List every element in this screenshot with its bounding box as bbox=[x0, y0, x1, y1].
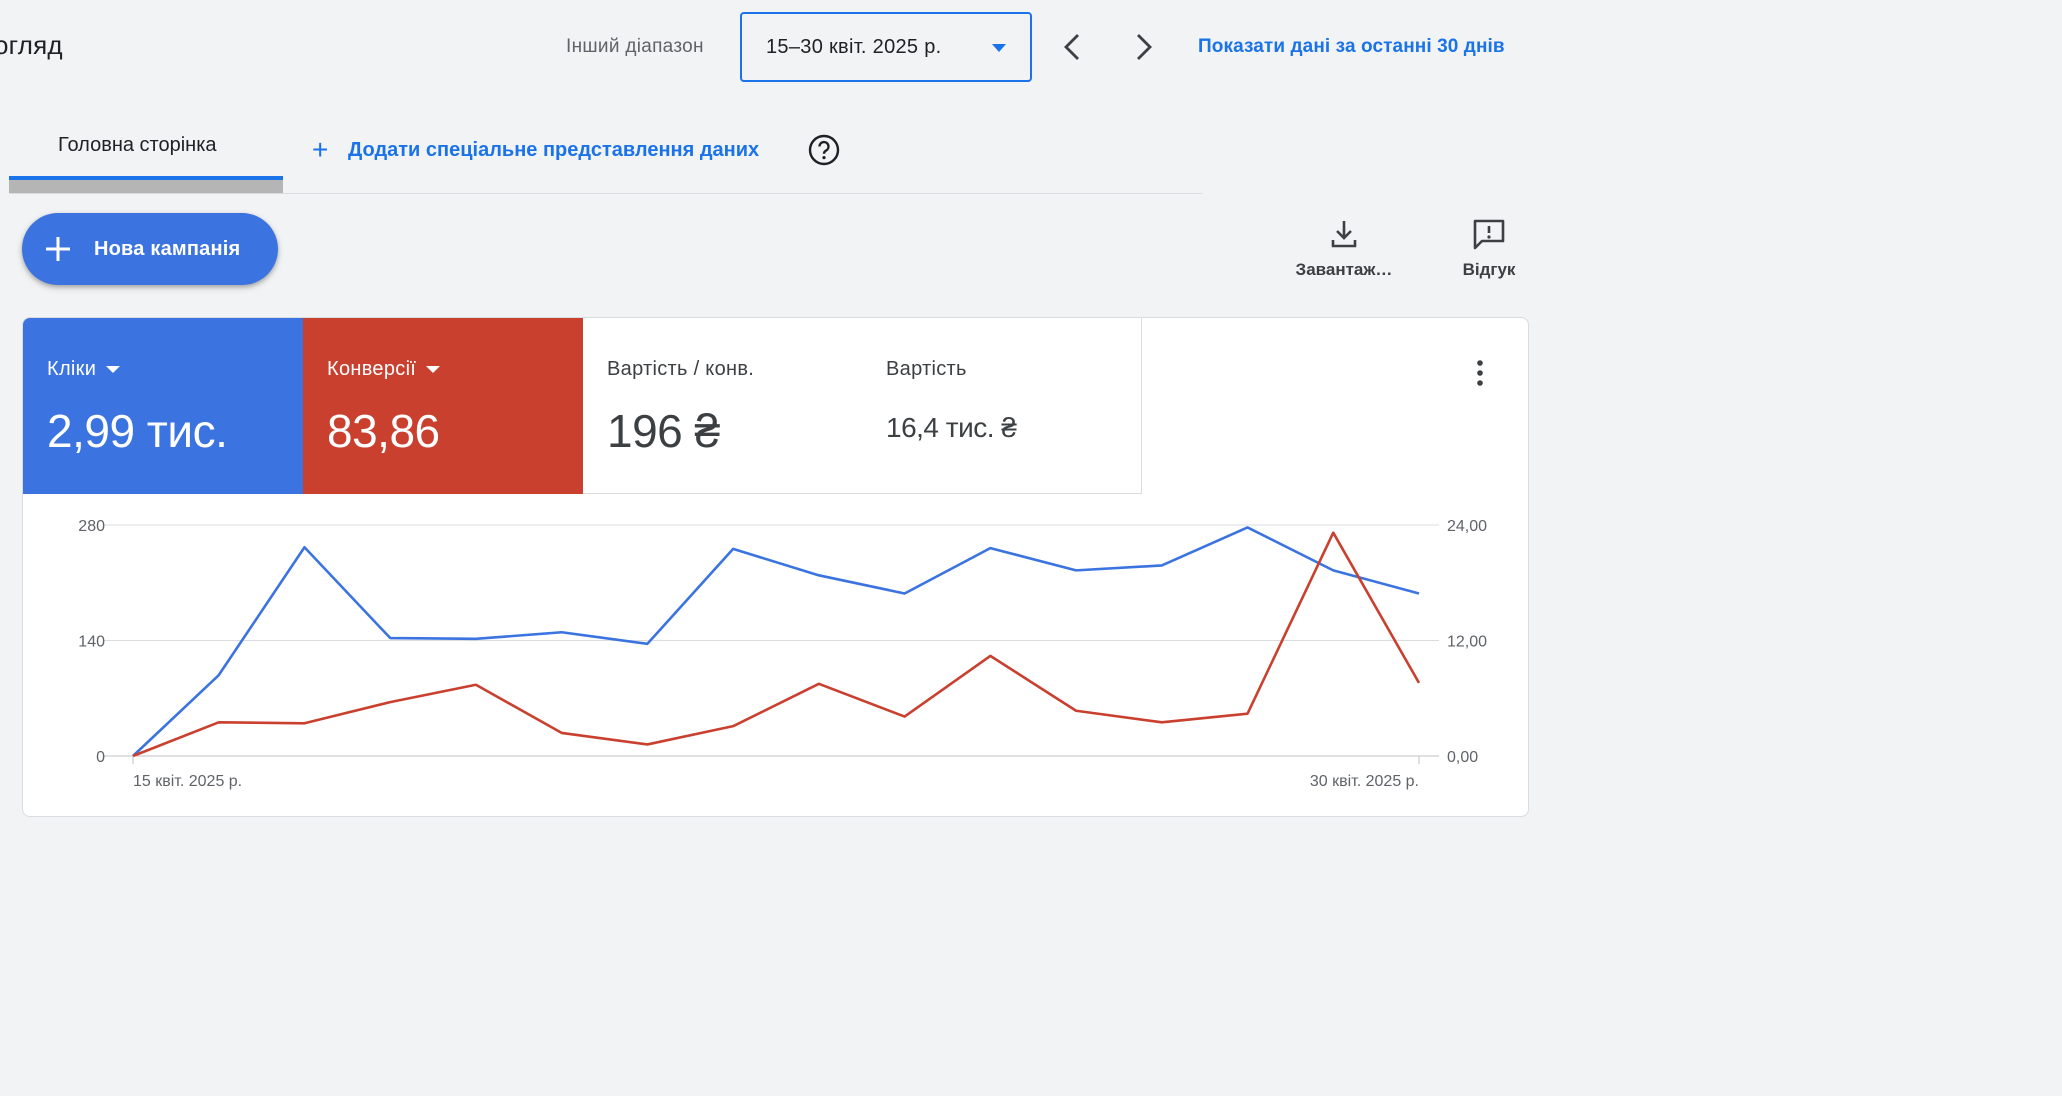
metric-name: Вартість bbox=[886, 358, 967, 380]
series-line-conversions bbox=[132, 531, 1421, 758]
chevron-right-icon[interactable] bbox=[1130, 30, 1158, 64]
new-campaign-label: Нова кампанія bbox=[94, 237, 241, 260]
add-custom-view-button[interactable]: + Додати спеціальне представлення даних bbox=[312, 134, 760, 165]
metric-value: 2,99 тис. bbox=[47, 405, 228, 457]
add-custom-view-label: Додати спеціальне представлення даних bbox=[348, 138, 760, 161]
metric-name: Кліки bbox=[47, 358, 121, 381]
metric-tile-conversions[interactable]: Конверсії 83,86 bbox=[303, 318, 583, 494]
metric-value: 196 ₴ bbox=[607, 405, 720, 457]
right-axis-tick-label: 24,00 bbox=[1447, 518, 1487, 535]
right-axis-tick-label: 12,00 bbox=[1447, 634, 1487, 651]
performance-card: Кліки 2,99 тис. Конверсії 83,86 Вартість… bbox=[22, 317, 1529, 817]
plus-icon bbox=[46, 237, 70, 261]
tab-shade bbox=[9, 180, 283, 194]
date-range-value: 15–30 квіт. 2025 р. bbox=[766, 35, 942, 58]
left-axis-tick-label: 140 bbox=[78, 634, 105, 651]
page-title: огляд bbox=[0, 30, 63, 60]
metric-name-text: Кліки bbox=[47, 358, 97, 380]
download-icon bbox=[1331, 221, 1357, 248]
dropdown-caret-icon bbox=[106, 366, 121, 373]
plus-icon: + bbox=[312, 134, 329, 165]
feedback-label: Відгук bbox=[1462, 260, 1516, 279]
metric-value: 83,86 bbox=[327, 405, 440, 457]
show-last-30-days-link[interactable]: Показати дані за останні 30 днів bbox=[1198, 36, 1505, 58]
download-label: Завантаж… bbox=[1295, 260, 1393, 279]
feedback-button[interactable]: Відгук bbox=[1446, 218, 1532, 280]
metric-value: 16,4 тис. ₴ bbox=[886, 412, 1017, 443]
x-axis-tick-label: 15 квіт. 2025 р. bbox=[133, 773, 242, 790]
metric-name-text: Конверсії bbox=[327, 358, 417, 380]
date-range-select[interactable]: 15–30 квіт. 2025 р. bbox=[740, 12, 1032, 82]
right-axis-tick-label: 0,00 bbox=[1447, 749, 1478, 766]
x-axis-tick-label: 30 квіт. 2025 р. bbox=[1310, 773, 1419, 790]
metric-name: Вартість / конв. bbox=[607, 358, 755, 380]
left-axis-tick-label: 280 bbox=[78, 518, 105, 535]
help-icon[interactable] bbox=[808, 134, 840, 166]
more-vert-icon[interactable] bbox=[1473, 358, 1487, 388]
download-button[interactable]: Завантаж… bbox=[1284, 218, 1404, 280]
tab-home-label: Головна сторінка bbox=[58, 134, 217, 156]
date-range-label: Інший діапазон bbox=[566, 36, 704, 57]
tab-home[interactable]: Головна сторінка bbox=[9, 118, 283, 194]
series-line-clicks bbox=[132, 526, 1420, 757]
tabs-divider bbox=[9, 193, 1202, 194]
feedback-icon bbox=[1473, 219, 1505, 250]
left-axis-tick-label: 0 bbox=[96, 749, 105, 766]
metric-tile-cost-per-conversion[interactable]: Вартість / конв. 196 ₴ bbox=[583, 318, 863, 494]
metric-tile-clicks[interactable]: Кліки 2,99 тис. bbox=[23, 318, 303, 494]
chevron-left-icon[interactable] bbox=[1058, 30, 1086, 64]
performance-chart: 280 140 0 24,00 12,00 0,00 15 квіт. 2025 р. 3… bbox=[78, 518, 1487, 790]
new-campaign-button[interactable]: Нова кампанія bbox=[22, 213, 278, 285]
metric-name: Конверсії bbox=[327, 358, 441, 381]
metric-tile-cost[interactable]: Вартість 16,4 тис. ₴ bbox=[862, 318, 1142, 494]
dropdown-caret-icon bbox=[426, 366, 441, 373]
dropdown-caret-icon bbox=[992, 44, 1006, 52]
